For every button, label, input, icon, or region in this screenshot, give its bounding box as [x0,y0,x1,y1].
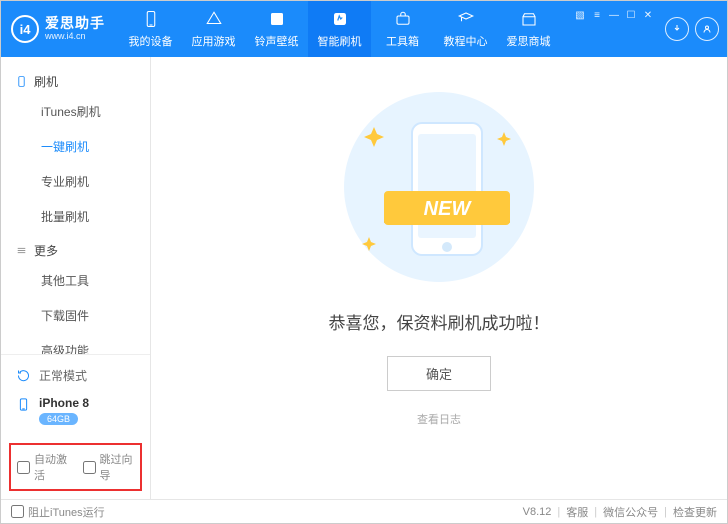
sidebar-group-more: 更多 [1,234,150,263]
view-log-link[interactable]: 查看日志 [417,411,461,427]
skip-wizard-checkbox[interactable]: 跳过向导 [83,451,135,483]
svg-text:NEW: NEW [424,198,473,220]
window-controls: ▧ ≡ — ☐ ✕ [573,17,727,41]
checkbox-label: 跳过向导 [100,451,135,483]
app-logo: i4 爱思助手 www.i4.cn [11,15,119,43]
sidebar-item-batch-flash[interactable]: 批量刷机 [1,199,150,234]
main-nav: 我的设备 应用游戏 铃声壁纸 智能刷机 工具箱 [119,1,560,57]
sidebar-item-pro-flash[interactable]: 专业刷机 [1,164,150,199]
nav-smart-flash[interactable]: 智能刷机 [308,1,371,57]
auto-activate-input[interactable] [17,461,30,474]
separator: | [594,506,597,518]
sidebar-item-one-click-flash[interactable]: 一键刷机 [1,129,150,164]
separator: | [557,506,560,518]
nav-label: 智能刷机 [318,33,362,49]
phone-icon [141,9,161,29]
sidebar-group-flash: 刷机 [1,65,150,94]
refresh-icon [15,368,31,384]
download-button[interactable] [665,17,689,41]
block-itunes-checkbox[interactable]: 阻止iTunes运行 [11,504,105,520]
device-name: iPhone 8 [39,396,89,410]
account-button[interactable] [695,17,719,41]
nav-label: 铃声壁纸 [255,33,299,49]
phone-icon [15,396,31,412]
status-bar: 阻止iTunes运行 V8.12 | 客服 | 微信公众号 | 检查更新 [1,499,727,523]
block-itunes-input[interactable] [11,505,24,518]
logo-subtitle: www.i4.cn [45,32,105,42]
nav-ringtones[interactable]: 铃声壁纸 [245,1,308,57]
nav-tutorials[interactable]: 教程中心 [434,1,497,57]
wechat-link[interactable]: 微信公众号 [603,504,658,520]
logo-title: 爱思助手 [45,16,105,31]
apps-icon [204,9,224,29]
store-icon [519,9,539,29]
flash-options: 自动激活 跳过向导 [9,443,142,491]
sidebar: 刷机 iTunes刷机 一键刷机 专业刷机 批量刷机 更多 其他工具 下载固件 … [1,57,151,499]
flash-icon [330,9,350,29]
nav-label: 爱思商城 [507,33,551,49]
support-link[interactable]: 客服 [566,504,588,520]
connected-device[interactable]: iPhone 8 64GB [11,390,140,431]
skin-icon[interactable]: ▧ [573,9,587,21]
separator: | [664,506,667,518]
maximize-icon[interactable]: ☐ [624,9,638,21]
minimize-icon[interactable]: — [607,9,621,21]
menu-icon[interactable]: ≡ [590,9,604,21]
device-mode[interactable]: 正常模式 [11,361,140,390]
ok-button[interactable]: 确定 [387,356,491,391]
main-panel: NEW 恭喜您，保资料刷机成功啦！ 确定 查看日志 [151,57,727,499]
check-update-link[interactable]: 检查更新 [673,504,717,520]
success-message: 恭喜您，保资料刷机成功啦！ [329,309,550,334]
mode-label: 正常模式 [39,367,87,384]
wallpaper-icon [267,9,287,29]
nav-label: 工具箱 [386,33,419,49]
device-capacity-badge: 64GB [39,413,78,425]
nav-apps-games[interactable]: 应用游戏 [182,1,245,57]
nav-store[interactable]: 爱思商城 [497,1,560,57]
group-title: 更多 [34,242,58,259]
sidebar-item-download-firmware[interactable]: 下载固件 [1,298,150,333]
close-icon[interactable]: ✕ [641,9,655,21]
sidebar-item-advanced[interactable]: 高级功能 [1,333,150,354]
nav-my-device[interactable]: 我的设备 [119,1,182,57]
more-icon [15,244,28,257]
nav-label: 我的设备 [129,33,173,49]
phone-outline-icon [15,75,28,88]
success-illustration: NEW [324,87,554,287]
checkbox-label: 自动激活 [34,451,69,483]
auto-activate-checkbox[interactable]: 自动激活 [17,451,69,483]
sidebar-item-other-tools[interactable]: 其他工具 [1,263,150,298]
nav-toolbox[interactable]: 工具箱 [371,1,434,57]
logo-icon: i4 [11,15,39,43]
group-title: 刷机 [34,73,58,90]
nav-label: 教程中心 [444,33,488,49]
tutorial-icon [456,9,476,29]
skip-wizard-input[interactable] [83,461,96,474]
app-header: i4 爱思助手 www.i4.cn 我的设备 应用游戏 铃声壁纸 [1,1,727,57]
version-label: V8.12 [523,506,552,518]
checkbox-label: 阻止iTunes运行 [28,504,105,520]
nav-label: 应用游戏 [192,33,236,49]
toolbox-icon [393,9,413,29]
sidebar-item-itunes-flash[interactable]: iTunes刷机 [1,94,150,129]
